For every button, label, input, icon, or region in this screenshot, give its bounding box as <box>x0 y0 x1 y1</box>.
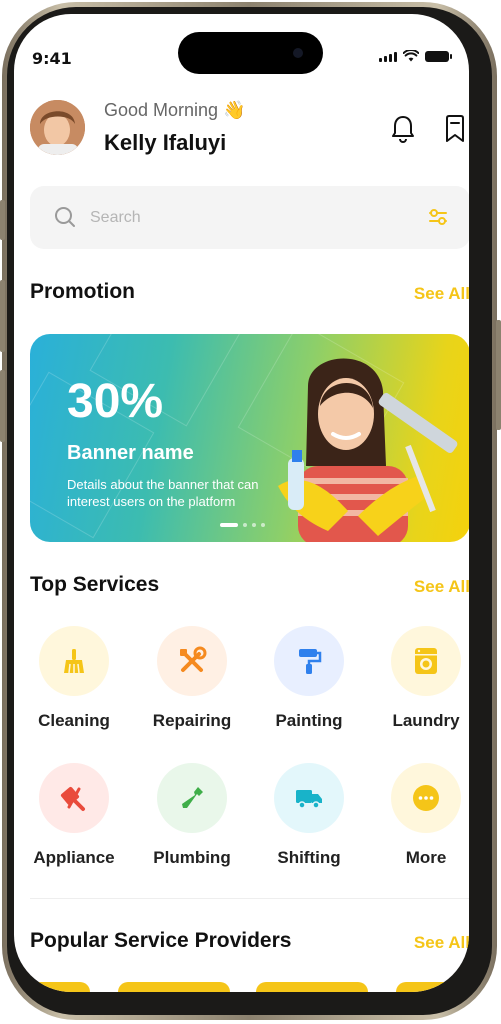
carousel-dot[interactable] <box>261 523 265 527</box>
provider-filter-chip[interactable] <box>30 982 90 992</box>
filter-icon[interactable] <box>428 208 448 226</box>
service-label: Appliance <box>33 848 115 867</box>
power-button <box>496 320 501 430</box>
service-label: Repairing <box>152 711 232 730</box>
avatar[interactable] <box>30 100 85 155</box>
greeting-text: Good Morning 👋 <box>104 100 246 120</box>
service-painting[interactable]: Painting <box>254 626 364 731</box>
dynamic-island <box>178 32 323 74</box>
volume-up-button <box>0 280 5 352</box>
action-button <box>0 200 5 240</box>
service-label: Cleaning <box>38 711 110 730</box>
service-label: More <box>405 848 447 867</box>
service-shifting[interactable]: Shifting <box>254 763 364 868</box>
wrench-icon <box>157 763 227 833</box>
service-label: Plumbing <box>153 848 231 867</box>
volume-down-button <box>0 370 5 442</box>
provider-filter-chip[interactable] <box>118 982 230 992</box>
more-icon <box>391 763 461 833</box>
washing-machine-icon <box>391 626 461 696</box>
user-name: Kelly Ifaluyi <box>104 130 227 155</box>
carousel-dot[interactable] <box>252 523 256 527</box>
search-input[interactable] <box>88 204 392 232</box>
status-time: 9:41 <box>32 49 72 68</box>
top-services-see-all-link[interactable]: See All <box>414 577 469 597</box>
banner-discount: 30% <box>67 375 164 428</box>
provider-filter-chip[interactable] <box>396 982 469 992</box>
popular-providers-title: Popular Service Providers <box>30 929 292 952</box>
service-label: Painting <box>275 711 343 730</box>
service-label: Shifting <box>277 848 341 867</box>
service-appliance[interactable]: Appliance <box>19 763 129 868</box>
tools-icon <box>157 626 227 696</box>
popular-providers-see-all-link[interactable]: See All <box>414 933 469 953</box>
carousel-dot[interactable] <box>220 523 238 527</box>
banner-name: Banner name <box>67 442 194 464</box>
camera-icon <box>293 48 303 58</box>
app-screen: 9:41 Good Morning 👋 Kelly Ifaluyi Search… <box>14 14 469 992</box>
battery-icon <box>425 51 452 62</box>
service-more[interactable]: More <box>371 763 469 868</box>
carousel-dot[interactable] <box>243 523 247 527</box>
service-cleaning[interactable]: Cleaning <box>19 626 129 731</box>
search-icon <box>55 207 75 227</box>
appliance-icon <box>39 763 109 833</box>
promotion-banner[interactable]: 30% Banner name Details about the banner… <box>30 334 469 542</box>
broom-icon <box>39 626 109 696</box>
bookmark-icon[interactable] <box>442 114 468 144</box>
section-divider <box>30 898 469 899</box>
banner-description: Details about the banner that can intere… <box>67 477 259 509</box>
notification-bell-icon[interactable] <box>390 114 416 144</box>
top-services-title: Top Services <box>30 573 160 596</box>
promotion-title: Promotion <box>30 280 135 303</box>
paint-roller-icon <box>274 626 344 696</box>
carousel-indicator[interactable] <box>220 523 265 527</box>
service-repairing[interactable]: Repairing <box>137 626 247 731</box>
banner-cleaner-image <box>278 358 458 542</box>
status-icons <box>379 50 452 62</box>
search-bar[interactable] <box>30 186 469 249</box>
wifi-icon <box>403 50 419 62</box>
service-label: Laundry <box>392 711 460 730</box>
provider-filter-chip[interactable] <box>256 982 368 992</box>
service-laundry[interactable]: Laundry <box>371 626 469 731</box>
service-plumbing[interactable]: Plumbing <box>137 763 247 868</box>
truck-icon <box>274 763 344 833</box>
promotion-see-all-link[interactable]: See All <box>414 284 469 304</box>
signal-icon <box>379 52 397 62</box>
